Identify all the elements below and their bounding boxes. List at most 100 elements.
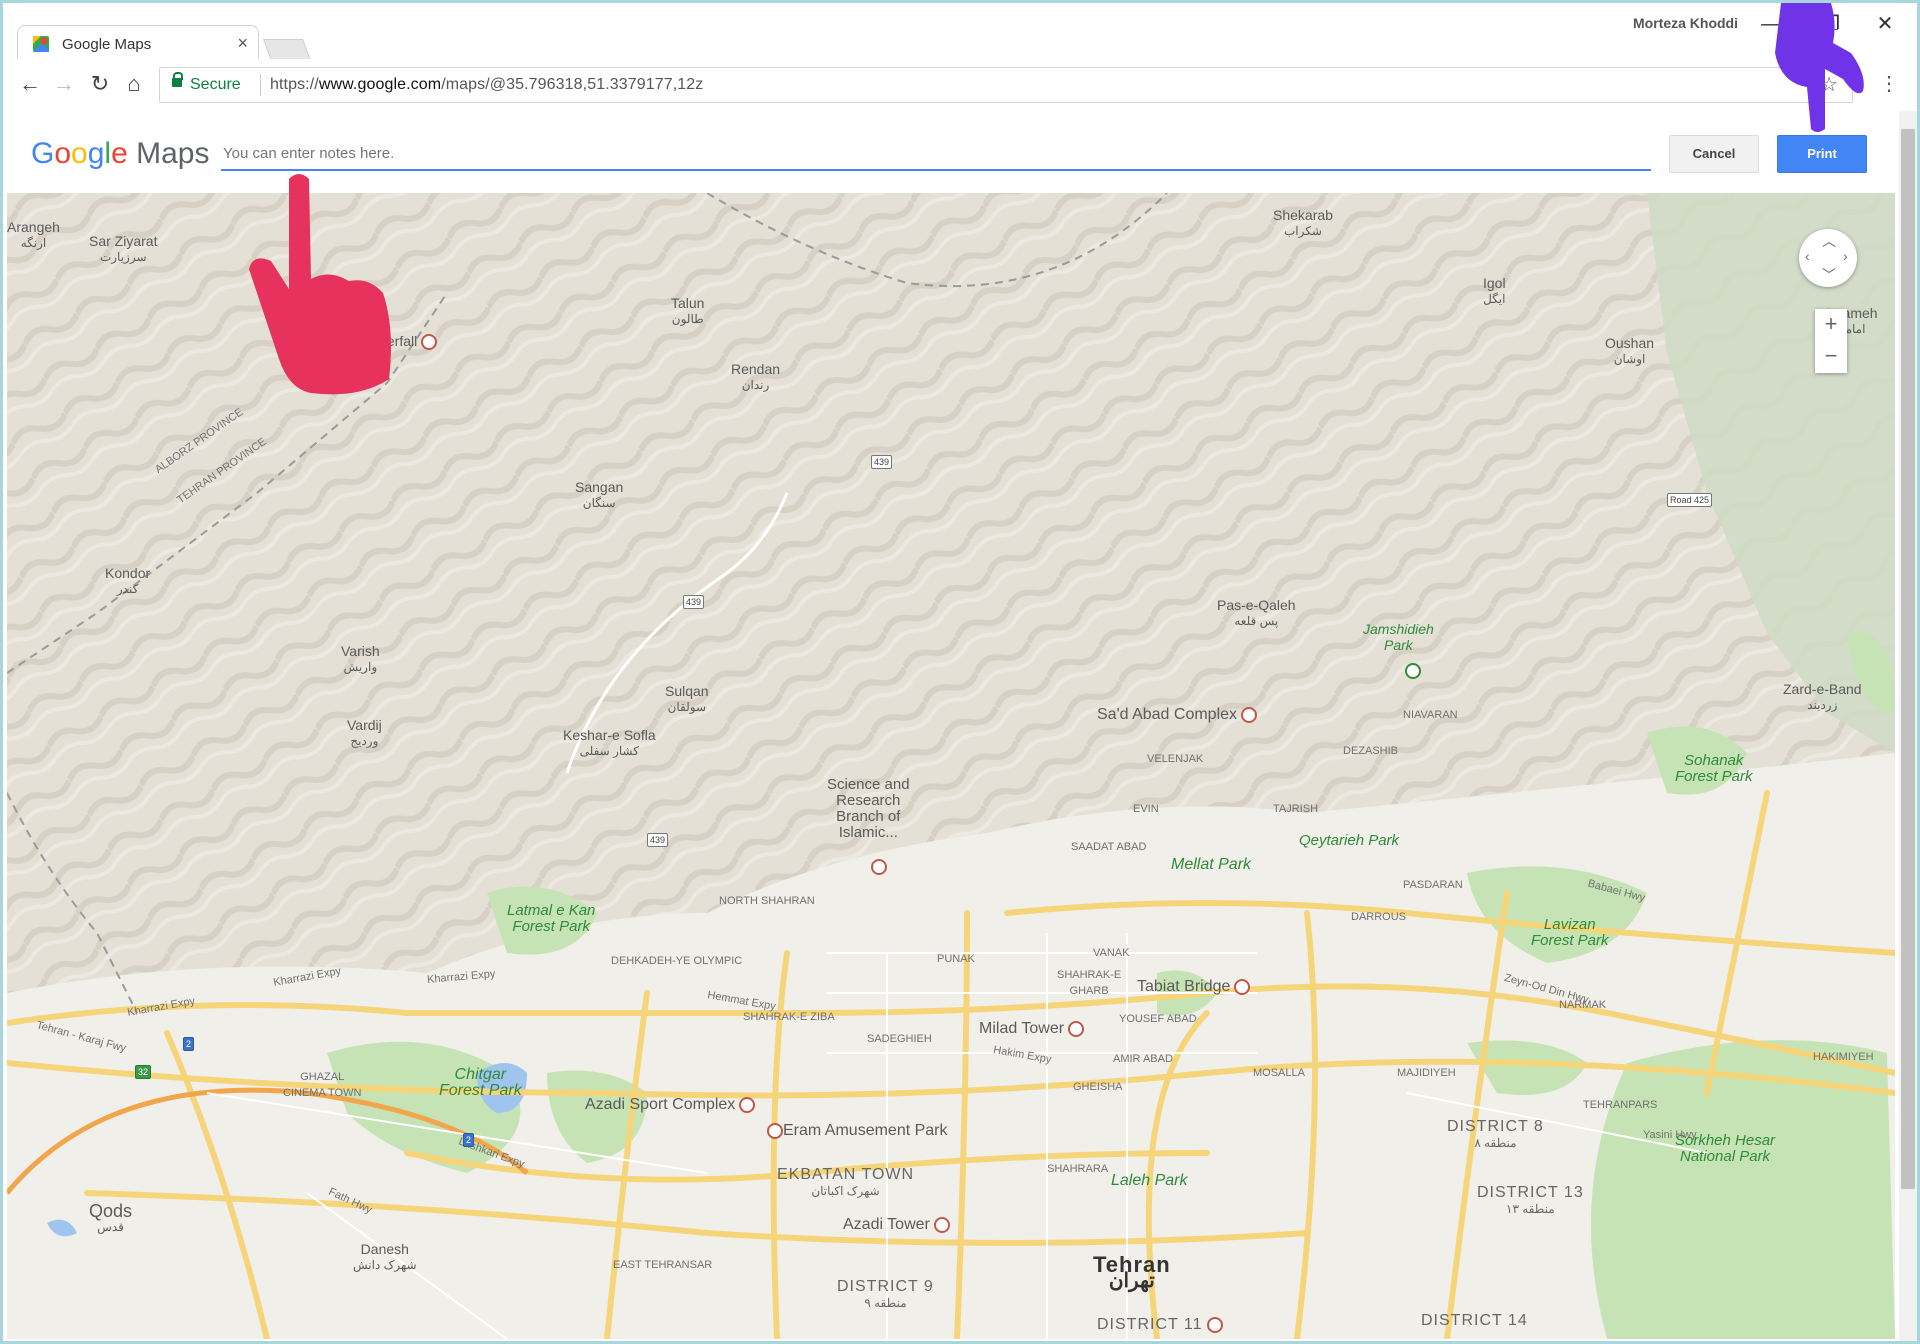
pointing-hand-icon — [249, 174, 391, 395]
road-shield: Road 425 — [1667, 493, 1713, 507]
url-host: www.google.com — [318, 76, 442, 93]
map-label-zard-e-band: Zard-e-Band زردبند — [1783, 681, 1862, 713]
area-label-tehranpars: TEHRANPARS — [1583, 1097, 1657, 1113]
new-tab-button[interactable] — [262, 39, 312, 61]
label-text-fa: شکراب — [1284, 224, 1322, 238]
label-text: EKBATAN TOWN — [777, 1166, 915, 1183]
map-label-chitgar: Chitgar Forest Park — [439, 1067, 522, 1099]
print-button[interactable]: Print — [1777, 135, 1867, 173]
label-text: DISTRICT 14 — [1421, 1312, 1528, 1329]
scrollbar-thumb[interactable] — [1901, 129, 1915, 1189]
pan-up-icon[interactable]: ︿ — [1822, 231, 1836, 251]
map-label-keshar: Keshar-e Sofla کشار سفلی — [563, 727, 656, 759]
label-text-fa: وردیج — [350, 734, 379, 748]
area-label-tajrish: TAJRISH — [1273, 801, 1318, 817]
label-text: Sa'd Abad Complex — [1097, 706, 1238, 724]
poi-icon — [1234, 979, 1251, 995]
tab-close-icon[interactable]: × — [237, 33, 248, 54]
area-label-mosalla: MOSALLA — [1253, 1065, 1305, 1081]
url-scheme: https:// — [270, 76, 319, 93]
area-label-saadat-abad: SAADAT ABAD — [1071, 839, 1146, 855]
address-bar[interactable]: Secure https://www.google.com/maps/@35.7… — [159, 67, 1853, 103]
label-text: HAKIMIYEH — [1813, 1051, 1874, 1063]
label-text-fa: کندر — [116, 582, 139, 596]
label-text: Kondor — [105, 565, 151, 581]
url-text[interactable]: https://www.google.com/maps/@35.796318,5… — [270, 76, 703, 94]
label-text: Laleh Park — [1111, 1172, 1188, 1189]
label-text-fa: سولقان — [667, 700, 707, 714]
pan-down-icon[interactable]: ﹀ — [1822, 265, 1836, 285]
map-label-mellat: Mellat Park — [1171, 857, 1251, 873]
label-text: YOUSEF ABAD — [1119, 1013, 1197, 1025]
label-text: Milad Tower — [979, 1020, 1065, 1038]
map-label-tabiat: Tabiat Bridge — [1137, 979, 1251, 995]
poi-icon — [767, 1123, 783, 1139]
zoom-in-button[interactable]: + — [1815, 309, 1847, 341]
label-text: Eram Amusement Park — [783, 1122, 948, 1140]
area-label-gheisha: GHEISHA — [1073, 1079, 1123, 1095]
road-shield: 32 — [135, 1065, 152, 1079]
map-label-vardij: Vardij وردیج — [347, 717, 382, 749]
map-label-danesh: Danesh شهرک دانش — [353, 1241, 417, 1273]
label-text: PASDARAN — [1403, 879, 1463, 891]
reload-icon[interactable]: ↻ — [87, 71, 113, 97]
pan-right-icon[interactable]: › — [1843, 248, 1848, 264]
label-text: Mellat Park — [1171, 856, 1252, 873]
road-shield: 439 — [871, 455, 893, 469]
forward-icon[interactable]: → — [51, 71, 77, 97]
label-text-fa: طالون — [671, 312, 704, 326]
map-label-district11: DISTRICT 11 — [1097, 1317, 1223, 1333]
map-label-sar-ziyarat: Sar Ziyarat سرزیارت — [89, 233, 157, 265]
label-text: Sar Ziyarat — [89, 233, 158, 249]
label-text: SHAHRAK-E ZIBA — [743, 1011, 835, 1023]
label-text-fa: واریش — [343, 660, 378, 674]
map-label-shekarab: Shekarab شکراب — [1273, 207, 1333, 239]
label-text: Sohanak Forest Park — [1675, 752, 1753, 785]
pan-left-icon[interactable]: ‹ — [1805, 248, 1810, 264]
area-label-ghazal: GHAZAL CINEMA TOWN — [283, 1069, 361, 1101]
road-shield: 439 — [647, 833, 669, 847]
label-text-fa: منطقه ۱۳ — [1506, 1202, 1555, 1216]
area-label-niavaran: NIAVARAN — [1403, 707, 1458, 723]
map-label-sangan: Sangan سنگان — [575, 479, 623, 511]
pointing-hand-icon — [1775, 3, 1864, 132]
label-text: Sulqan — [665, 683, 709, 699]
map-label-laleh: Laleh Park — [1111, 1173, 1188, 1189]
url-path: /maps/@35.796318,51.3379177,12z — [441, 76, 704, 93]
map-pan-control[interactable]: ︿ ﹀ ‹ › — [1799, 229, 1857, 287]
label-text: EAST TEHRANSAR — [613, 1259, 713, 1271]
zoom-out-button[interactable]: − — [1815, 341, 1847, 373]
print-notes-input[interactable] — [221, 137, 1651, 171]
label-text: DISTRICT 13 — [1477, 1184, 1584, 1201]
browser-toolbar: ← → ↻ ⌂ Secure https://www.google.com/ma… — [3, 59, 1917, 112]
map-label-igol: Igol ایگل — [1483, 275, 1506, 307]
chrome-menu-icon[interactable]: ⋮ — [1879, 71, 1899, 96]
profile-username[interactable]: Morteza Khoddi — [1633, 15, 1738, 31]
label-text: Lavizan Forest Park — [1531, 916, 1609, 949]
map-label-qods: Qods قدس — [89, 1202, 132, 1235]
tab-google-maps[interactable]: Google Maps × — [17, 25, 259, 60]
label-text: Varish — [341, 643, 380, 659]
cancel-button[interactable]: Cancel — [1669, 135, 1759, 173]
back-icon[interactable]: ← — [17, 71, 43, 97]
label-text: Rendan — [731, 361, 781, 377]
area-label-east-tehransar: EAST TEHRANSAR — [613, 1257, 712, 1273]
area-label-shahrara: SHAHRARA — [1047, 1161, 1108, 1177]
label-text: VELENJAK — [1147, 753, 1204, 765]
label-text: VANAK — [1093, 947, 1130, 959]
address-separator — [260, 74, 261, 96]
area-label-shahrak-gharb: SHAHRAK-E GHARB — [1057, 967, 1121, 999]
area-label-vanak: VANAK — [1093, 945, 1129, 961]
close-window-icon[interactable]: ✕ — [1865, 9, 1905, 39]
label-text-fa: قدس — [97, 1220, 124, 1234]
label-text-fa: اوشان — [1613, 352, 1646, 366]
area-label-pasdaran: PASDARAN — [1403, 877, 1463, 893]
home-icon[interactable]: ⌂ — [121, 71, 147, 97]
area-label-shahrak-ziba: SHAHRAK-E ZIBA — [743, 1009, 835, 1025]
road-shield: 2 — [463, 1133, 475, 1147]
tab-title: Google Maps — [62, 36, 152, 53]
label-text: DARROUS — [1351, 911, 1407, 923]
area-label-yousef-abad: YOUSEF ABAD — [1119, 1011, 1197, 1027]
road-label-yasini: Yasini Hwy — [1643, 1127, 1697, 1143]
map-label-pas-e-qaleh: Pas-e-Qaleh پس قلعه — [1217, 597, 1296, 629]
